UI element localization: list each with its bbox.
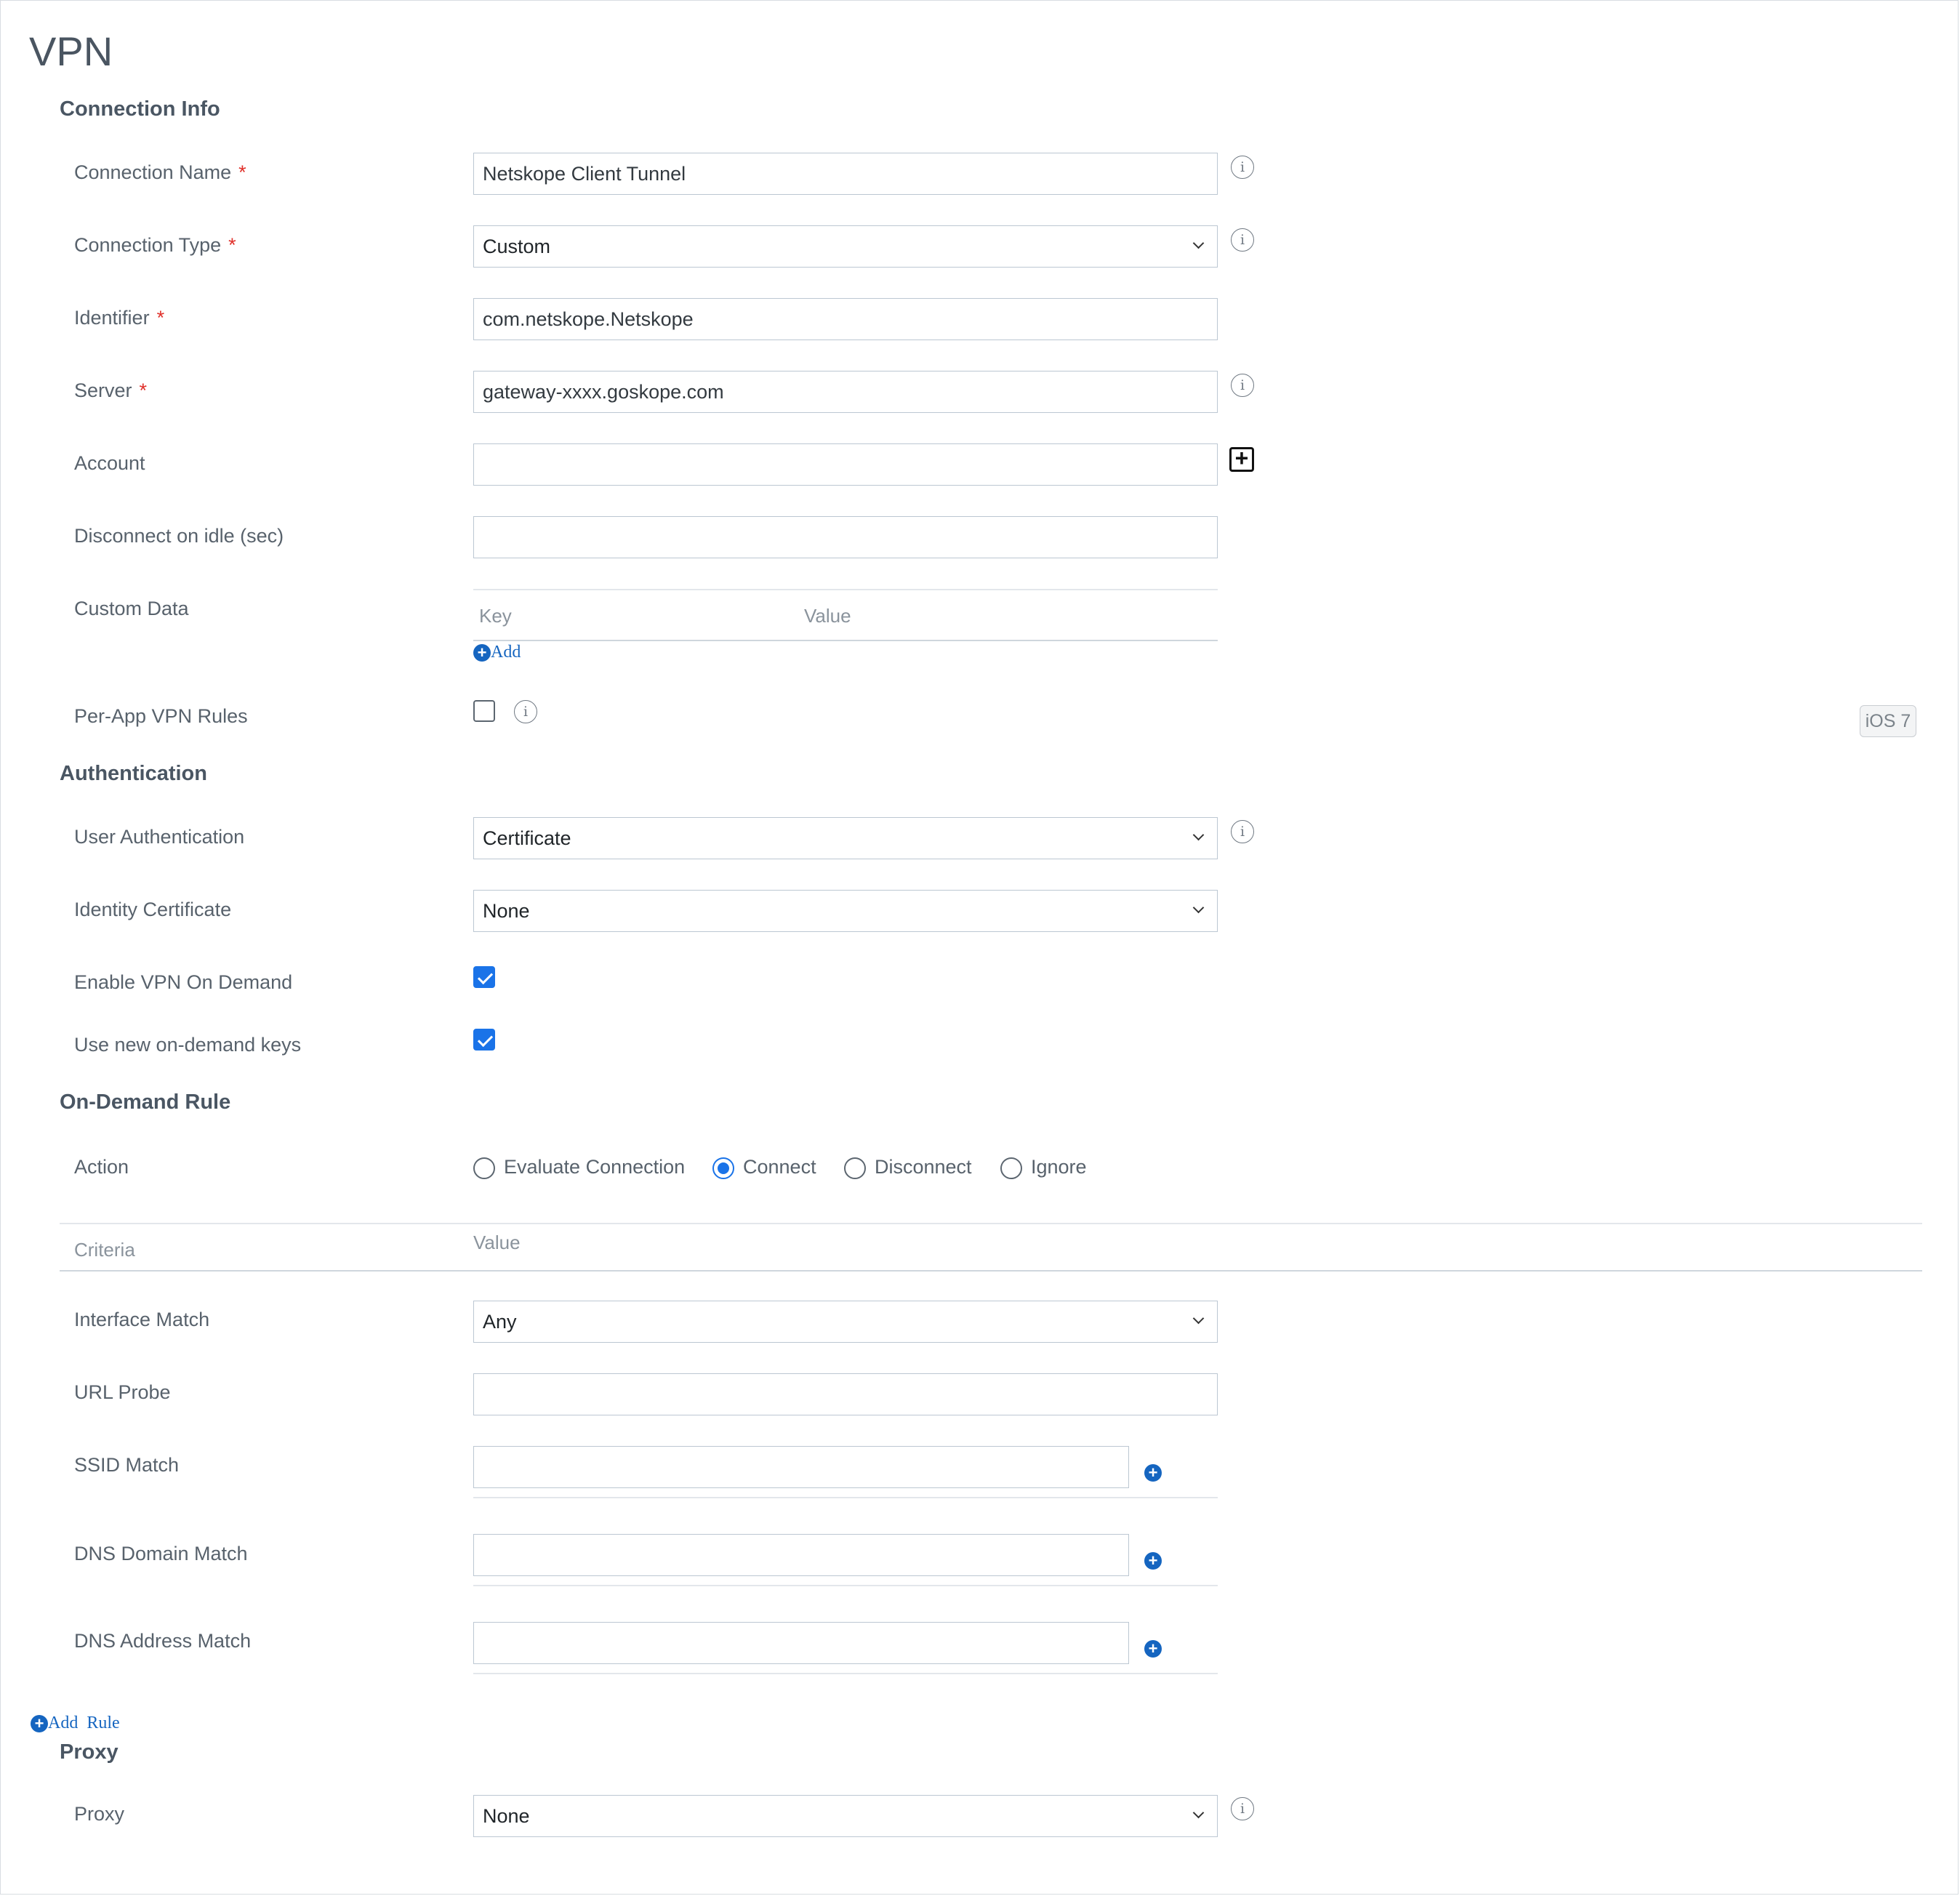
page-title: VPN [29,28,113,74]
required-mark: * [238,161,246,183]
dns-domain-match-label: DNS Domain Match [74,1543,248,1564]
custom-data-add-label: Add [491,643,521,662]
ios-version-badge: iOS 7 [1860,705,1916,737]
url-probe-label: URL Probe [74,1381,171,1403]
ssid-match-input[interactable] [473,1446,1129,1488]
connection-type-value: Custom [483,236,551,257]
interface-match-select[interactable]: Any [473,1301,1218,1343]
identifier-label: Identifier * [74,307,165,329]
radio-ignore-label: Ignore [1031,1156,1087,1178]
identity-cert-select[interactable]: None [473,890,1218,932]
section-authentication: Authentication [60,762,207,785]
user-auth-value: Certificate [483,827,571,849]
user-auth-label: User Authentication [74,826,245,848]
required-mark: * [228,234,236,256]
dns-address-match-label: DNS Address Match [74,1630,252,1652]
identity-cert-value: None [483,900,530,922]
plus-circle-icon: + [31,1714,48,1732]
criteria-divider [60,1270,1922,1272]
vpn-on-demand-label: Enable VPN On Demand [74,971,293,993]
radio-ignore[interactable] [1000,1157,1022,1179]
ssid-match-label: SSID Match [74,1454,180,1476]
action-label: Action [74,1156,129,1178]
user-auth-select[interactable]: Certificate [473,817,1218,859]
radio-disconnect-label: Disconnect [875,1156,972,1178]
custom-data-key-header: Key [479,605,512,627]
chevron-down-icon [1192,901,1205,914]
criteria-header: Criteria [74,1239,135,1261]
required-mark: * [139,379,148,401]
custom-data-top-divider [473,589,1218,590]
section-proxy: Proxy [60,1740,119,1764]
new-keys-checkbox[interactable] [473,1029,495,1051]
section-connection-info: Connection Info [60,97,220,121]
add-rule-link[interactable]: + Add Rule [31,1714,120,1733]
proxy-select[interactable]: None [473,1795,1218,1837]
dns-address-match-input[interactable] [473,1622,1129,1664]
chevron-down-icon [1192,1807,1205,1819]
ssid-match-divider [473,1497,1218,1498]
add-rule-label: Add Rule [48,1714,120,1732]
proxy-label: Proxy [74,1803,125,1825]
account-input[interactable] [473,443,1218,486]
info-icon[interactable]: i [1231,228,1254,252]
info-icon[interactable]: i [514,700,537,723]
custom-data-divider [473,640,1218,641]
radio-evaluate-connection-label: Evaluate Connection [504,1156,686,1178]
criteria-top-divider [60,1223,1922,1224]
proxy-value: None [483,1805,530,1827]
radio-evaluate-connection[interactable] [473,1157,495,1179]
radio-disconnect[interactable] [844,1157,866,1179]
info-icon[interactable]: i [1231,1797,1254,1820]
disconnect-idle-label: Disconnect on idle (sec) [74,525,284,547]
info-icon[interactable]: i [1231,156,1254,179]
connection-name-label: Connection Name * [74,161,246,183]
per-app-vpn-label: Per-App VPN Rules [74,705,248,727]
radio-connect[interactable] [712,1157,734,1179]
chevron-down-icon [1192,237,1205,249]
interface-match-value: Any [483,1311,517,1333]
dns-domain-match-divider [473,1585,1218,1586]
value-header: Value [473,1232,521,1253]
identity-cert-label: Identity Certificate [74,899,232,920]
identifier-input[interactable] [473,298,1218,340]
per-app-vpn-checkbox[interactable] [473,700,495,722]
plus-circle-icon[interactable]: + [1144,1464,1162,1482]
disconnect-idle-input[interactable] [473,516,1218,558]
dns-domain-match-input[interactable] [473,1534,1129,1576]
account-label: Account [74,452,145,474]
chevron-down-icon [1192,1312,1205,1325]
custom-data-label: Custom Data [74,598,189,619]
new-keys-label: Use new on-demand keys [74,1034,302,1056]
connection-type-label: Connection Type * [74,234,236,256]
custom-data-value-header: Value [804,605,851,627]
connection-name-input[interactable] [473,153,1218,195]
custom-data-add-link[interactable]: + Add [473,643,521,662]
url-probe-input[interactable] [473,1373,1218,1415]
chevron-down-icon [1192,829,1205,841]
radio-connect-label: Connect [743,1156,816,1178]
info-icon[interactable]: i [1231,820,1254,843]
dns-address-match-divider [473,1673,1218,1674]
page-frame [0,0,1959,1895]
section-on-demand-rule: On-Demand Rule [60,1090,231,1114]
plus-circle-icon[interactable]: + [1144,1640,1162,1658]
server-label: Server * [74,379,148,401]
server-input[interactable] [473,371,1218,413]
interface-match-label: Interface Match [74,1309,210,1330]
plus-circle-icon[interactable]: + [1144,1552,1162,1570]
plus-circle-icon: + [473,643,491,662]
required-mark: * [156,307,165,329]
plus-square-icon[interactable]: + [1229,446,1254,472]
info-icon[interactable]: i [1231,374,1254,397]
vpn-on-demand-checkbox[interactable] [473,966,495,988]
connection-type-select[interactable]: Custom [473,225,1218,268]
